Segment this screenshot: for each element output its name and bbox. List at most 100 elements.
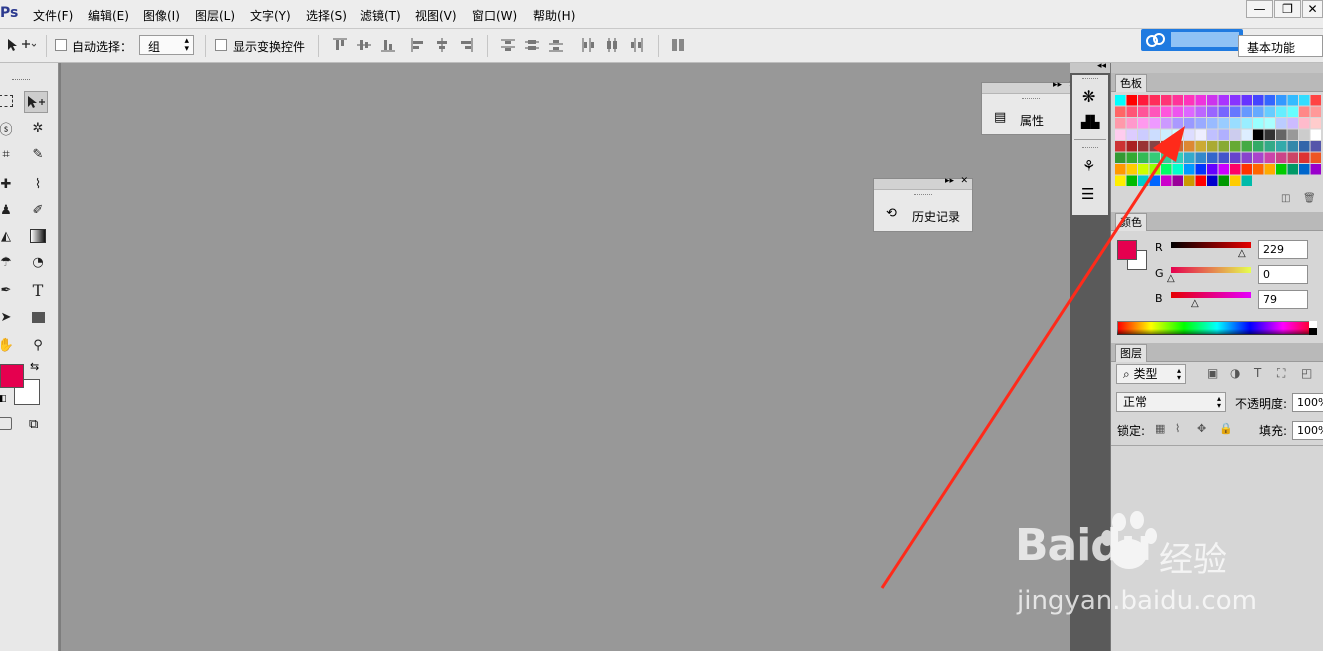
swatch[interactable] bbox=[1253, 118, 1264, 129]
menu-filter[interactable]: 滤镜(T) bbox=[360, 7, 401, 24]
swatch[interactable] bbox=[1276, 106, 1287, 118]
swatch[interactable] bbox=[1264, 95, 1276, 106]
filter-pixel-icon[interactable]: ▣ bbox=[1207, 366, 1218, 380]
swatch[interactable] bbox=[1253, 152, 1264, 164]
swatch[interactable] bbox=[1287, 95, 1299, 106]
swatch[interactable] bbox=[1207, 129, 1218, 141]
r-value-field[interactable]: 229 bbox=[1258, 240, 1308, 259]
swatch[interactable] bbox=[1241, 164, 1253, 175]
swatch[interactable] bbox=[1218, 129, 1230, 141]
filter-shape-icon[interactable]: ⛶ bbox=[1277, 366, 1285, 381]
swatch[interactable] bbox=[1310, 152, 1322, 164]
crop-tool-icon[interactable]: ⌗ bbox=[0, 143, 18, 165]
distribute-hcenter-icon[interactable] bbox=[604, 37, 620, 53]
menu-layer[interactable]: 图层(L) bbox=[195, 7, 235, 24]
swatch[interactable] bbox=[1264, 164, 1276, 175]
swatch[interactable] bbox=[1115, 95, 1126, 106]
marquee-tool-icon[interactable] bbox=[0, 90, 18, 112]
swatch[interactable] bbox=[1299, 164, 1310, 175]
align-vcenter-icon[interactable] bbox=[356, 37, 372, 53]
toolbox-foreground-swatch[interactable] bbox=[0, 364, 24, 388]
swatch[interactable] bbox=[1184, 95, 1195, 106]
swatch[interactable] bbox=[1149, 106, 1161, 118]
menu-help[interactable]: 帮助(H) bbox=[533, 7, 575, 24]
swatch[interactable] bbox=[1230, 118, 1241, 129]
swatch[interactable] bbox=[1276, 152, 1287, 164]
swatch[interactable] bbox=[1310, 95, 1322, 106]
swatch[interactable] bbox=[1276, 129, 1287, 141]
swatch[interactable] bbox=[1276, 141, 1287, 152]
menu-select[interactable]: 选择(S) bbox=[306, 7, 347, 24]
delete-swatch-icon[interactable]: 🗑 bbox=[1303, 193, 1316, 204]
swatch[interactable] bbox=[1138, 95, 1149, 106]
path-selection-tool-icon[interactable]: ➤ bbox=[0, 306, 18, 328]
swatch[interactable] bbox=[1230, 95, 1241, 106]
swatch[interactable] bbox=[1149, 95, 1161, 106]
swatch[interactable] bbox=[1207, 106, 1218, 118]
swap-colors-icon[interactable]: ⇆ bbox=[30, 360, 39, 373]
swatch[interactable] bbox=[1230, 141, 1241, 152]
swatch[interactable] bbox=[1253, 106, 1264, 118]
swatch[interactable] bbox=[1218, 118, 1230, 129]
swatch[interactable] bbox=[1218, 164, 1230, 175]
b-value-field[interactable]: 79 bbox=[1258, 290, 1308, 309]
swatch[interactable] bbox=[1241, 141, 1253, 152]
minimize-button[interactable]: — bbox=[1246, 0, 1273, 18]
rectangle-tool-icon[interactable] bbox=[26, 306, 50, 328]
pen-tool-icon[interactable]: ✒ bbox=[0, 279, 18, 301]
lasso-tool-icon[interactable]: ⓢ bbox=[0, 117, 18, 139]
default-colors-icon[interactable]: ◧ bbox=[0, 394, 7, 404]
gradient-tool-icon[interactable] bbox=[26, 225, 50, 247]
menu-window[interactable]: 窗口(W) bbox=[472, 7, 517, 24]
swatch[interactable] bbox=[1230, 106, 1241, 118]
swatch[interactable] bbox=[1161, 95, 1172, 106]
restore-button[interactable]: ❐ bbox=[1274, 0, 1301, 18]
distribute-vcenter-icon[interactable] bbox=[524, 37, 540, 53]
swatch[interactable] bbox=[1241, 106, 1253, 118]
align-top-icon[interactable] bbox=[332, 37, 348, 53]
zoom-tool-icon[interactable]: ⚲ bbox=[26, 334, 50, 356]
swatch[interactable] bbox=[1241, 95, 1253, 106]
swatch[interactable] bbox=[1276, 95, 1287, 106]
align-hcenter-icon[interactable] bbox=[434, 37, 450, 53]
swatch[interactable] bbox=[1195, 106, 1207, 118]
swatch[interactable] bbox=[1287, 152, 1299, 164]
filter-smart-object-icon[interactable]: ◰ bbox=[1301, 366, 1312, 380]
menu-type[interactable]: 文字(Y) bbox=[250, 7, 291, 24]
collapse-icon[interactable]: ▸▸ bbox=[1053, 80, 1062, 90]
move-tool-icon[interactable] bbox=[24, 91, 48, 113]
swatch[interactable] bbox=[1264, 118, 1276, 129]
history-brush-tool-icon[interactable]: ✐ bbox=[26, 199, 50, 221]
swatch[interactable] bbox=[1241, 118, 1253, 129]
swatch[interactable] bbox=[1207, 95, 1218, 106]
swatch[interactable] bbox=[1310, 129, 1322, 141]
eraser-tool-icon[interactable]: ◭ bbox=[0, 225, 18, 247]
swatch[interactable] bbox=[1172, 106, 1184, 118]
type-tool-icon[interactable]: T bbox=[26, 279, 50, 301]
swatch[interactable] bbox=[1172, 95, 1184, 106]
swatch[interactable] bbox=[1184, 106, 1195, 118]
swatch[interactable] bbox=[1195, 95, 1207, 106]
screen-mode-icon[interactable]: ⧉ bbox=[29, 417, 38, 432]
swatch[interactable] bbox=[1230, 164, 1241, 175]
swatch[interactable] bbox=[1287, 106, 1299, 118]
dodge-tool-icon[interactable]: ◔ bbox=[26, 251, 50, 273]
swatch[interactable] bbox=[1230, 175, 1241, 187]
new-swatch-icon[interactable]: ◫ bbox=[1281, 193, 1290, 204]
swatch[interactable] bbox=[1287, 129, 1299, 141]
hand-tool-icon[interactable]: ✋ bbox=[0, 334, 18, 356]
swatch[interactable] bbox=[1241, 152, 1253, 164]
swatch[interactable] bbox=[1299, 95, 1310, 106]
lock-all-icon[interactable]: 🔒 bbox=[1219, 422, 1233, 435]
clone-stamp-tool-icon[interactable]: ♟ bbox=[0, 199, 18, 221]
dock-strip-header[interactable]: ◂◂ bbox=[1070, 61, 1110, 73]
swatch[interactable] bbox=[1276, 164, 1287, 175]
filter-type-icon[interactable]: T bbox=[1254, 366, 1261, 380]
swatch[interactable] bbox=[1115, 106, 1126, 118]
swatch[interactable] bbox=[1264, 152, 1276, 164]
swatch[interactable] bbox=[1310, 164, 1322, 175]
swatch[interactable] bbox=[1264, 141, 1276, 152]
brush-tool-icon[interactable]: ⌇ bbox=[26, 173, 50, 195]
auto-select-dropdown[interactable]: 组 ▴ ▾ bbox=[139, 35, 194, 55]
auto-align-icon[interactable] bbox=[670, 37, 686, 53]
